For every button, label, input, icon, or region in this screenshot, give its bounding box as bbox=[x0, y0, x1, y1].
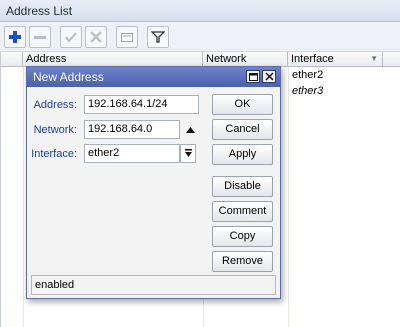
close-button[interactable] bbox=[262, 70, 276, 83]
triangle-up-icon bbox=[185, 126, 195, 133]
interface-select[interactable]: ether2 bbox=[84, 144, 180, 163]
window-title: Address List bbox=[6, 4, 73, 18]
add-icon bbox=[9, 31, 21, 43]
maximize-icon bbox=[248, 72, 258, 81]
dropdown-arrow-icon bbox=[184, 148, 192, 157]
network-label: Network: bbox=[33, 124, 77, 136]
filter-icon bbox=[151, 31, 165, 43]
dialog-titlebar[interactable]: New Address bbox=[27, 67, 280, 87]
apply-button[interactable]: Apply bbox=[212, 144, 273, 165]
column-interface[interactable]: Interface ▼ bbox=[288, 52, 383, 67]
status-bar: enabled bbox=[31, 275, 276, 295]
network-toggle-button[interactable] bbox=[182, 120, 198, 139]
dialog-title: New Address bbox=[33, 70, 104, 84]
ok-button[interactable]: OK bbox=[212, 94, 273, 115]
window-titlebar: Address List bbox=[0, 0, 400, 22]
column-divider bbox=[288, 67, 289, 327]
comment-button[interactable]: Comment bbox=[212, 201, 273, 222]
column-address-label: Address bbox=[26, 53, 67, 65]
grid-header: Address Network Interface ▼ bbox=[1, 52, 400, 67]
column-network[interactable]: Network bbox=[203, 52, 288, 67]
disable-icon bbox=[90, 31, 102, 43]
cancel-button[interactable]: Cancel bbox=[212, 119, 273, 140]
add-button[interactable] bbox=[4, 26, 26, 48]
remove-button[interactable]: Remove bbox=[212, 251, 273, 272]
column-interface-label: Interface bbox=[291, 53, 334, 65]
row-interface-cell: ether3 bbox=[292, 85, 324, 97]
filter-button[interactable] bbox=[147, 26, 169, 48]
address-label: Address: bbox=[33, 99, 77, 111]
row-interface-cell: ether2 bbox=[292, 69, 324, 81]
column-divider bbox=[23, 67, 24, 327]
close-icon bbox=[264, 72, 274, 81]
comment-button[interactable] bbox=[116, 26, 138, 48]
enable-icon bbox=[65, 32, 77, 43]
interface-label: Interface: bbox=[31, 148, 77, 160]
network-input[interactable]: 192.168.64.0 bbox=[84, 120, 180, 139]
toolbar bbox=[0, 22, 400, 52]
remove-icon bbox=[34, 36, 46, 39]
disable-button[interactable]: Disable bbox=[212, 176, 273, 197]
maximize-button[interactable] bbox=[246, 70, 260, 83]
remove-button[interactable] bbox=[29, 26, 51, 48]
column-menu-icon[interactable]: ▼ bbox=[370, 52, 378, 66]
copy-button[interactable]: Copy bbox=[212, 226, 273, 247]
comment-icon bbox=[121, 33, 133, 42]
column-select[interactable] bbox=[1, 52, 23, 67]
enable-button[interactable] bbox=[60, 26, 82, 48]
interface-dropdown-button[interactable] bbox=[180, 144, 196, 163]
disable-button[interactable] bbox=[85, 26, 107, 48]
new-address-dialog: New Address Address: 192.168.64.1/24 Net… bbox=[26, 66, 281, 299]
address-input[interactable]: 192.168.64.1/24 bbox=[84, 95, 199, 114]
column-address[interactable]: Address bbox=[23, 52, 203, 67]
column-network-label: Network bbox=[206, 53, 247, 65]
